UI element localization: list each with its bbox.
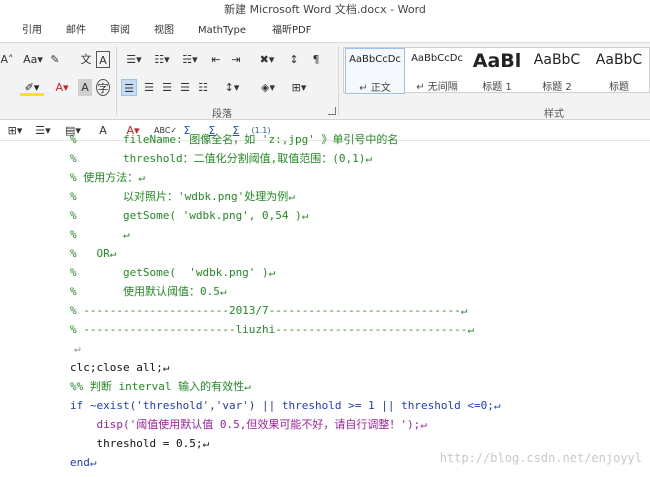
grow-font-icon[interactable]: A˄ <box>0 51 14 68</box>
style-title[interactable]: AaBbC 标题 <box>589 48 649 94</box>
code-line: % fileName: 图像全名，如 'z:,jpg' 》单引号中的名 <box>70 133 399 146</box>
code-line: % 以对照片：'wdbk.png'处理为例↵ <box>70 190 295 203</box>
document-body[interactable]: % fileName: 图像全名，如 'z:,jpg' 》单引号中的名 % th… <box>0 133 650 477</box>
code-line: end↵ <box>70 456 97 469</box>
tab-references[interactable]: 引用 <box>22 20 42 42</box>
code-line: % threshold：二值化分割阈值,取值范围：(0,1)↵ <box>70 152 372 165</box>
tab-mathtype[interactable]: MathType <box>198 20 246 42</box>
style-sample: AaBl <box>472 50 522 72</box>
code-line: % 使用方法：↵ <box>70 171 145 184</box>
enclose-char-icon[interactable]: 字 <box>96 79 110 96</box>
group-styles-label: 样式 <box>544 109 564 120</box>
style-sample: AaBbC <box>595 52 643 68</box>
styles-gallery: AaBbCcDc ↵ 正文 AaBbCcDc ↵ 无间隔 AaBl 标题 1 A… <box>343 47 650 94</box>
tab-review[interactable]: 审阅 <box>110 20 130 42</box>
show-marks-icon[interactable]: ¶ <box>308 51 324 68</box>
highlight-icon[interactable]: ✐▾ <box>20 79 44 96</box>
paragraph-dialog-launcher[interactable] <box>328 107 336 115</box>
code-line: if ~exist('threshold','var') || threshol… <box>70 399 501 412</box>
watermark: http://blog.csdn.net/enjoyyl <box>439 451 642 465</box>
sort-icon[interactable]: ↕ <box>286 51 302 68</box>
increase-indent-icon[interactable]: ⇥ <box>228 51 244 68</box>
tab-view[interactable]: 视图 <box>154 20 174 42</box>
window-title: 新建 Microsoft Word 文档.docx - Word <box>0 0 650 20</box>
tab-foxit-pdf[interactable]: 福昕PDF <box>272 20 311 42</box>
code-line: % -----------------------liuzhi---------… <box>70 323 474 336</box>
style-normal[interactable]: AaBbCcDc ↵ 正文 <box>345 48 405 94</box>
char-border-icon[interactable]: A <box>96 51 110 68</box>
ribbon: A˄ Aa▾ ✎ 文 A ✐▾ A▾ A 字 ☰▾ ☷▾ ☵▾ ⇤ ⇥ ✖▾ ↕… <box>0 42 650 120</box>
style-sample: AaBbCcDc <box>349 54 401 65</box>
line-spacing-icon[interactable]: ↕▾ <box>220 79 244 96</box>
style-sample: AaBbC <box>533 52 581 68</box>
ribbon-tabs: 引用 邮件 审阅 视图 MathType 福昕PDF <box>0 20 650 42</box>
style-heading-2[interactable]: AaBbC 标题 2 <box>527 48 587 94</box>
style-name: ↵ 无间隔 <box>416 82 458 93</box>
code-line: % getSome( 'wdbk.png', 0,54 )↵ <box>70 209 309 222</box>
list-icon[interactable]: ☰▾ <box>32 123 54 139</box>
code-line: % OR↵ <box>70 247 117 260</box>
code-line: ↵ <box>74 342 81 355</box>
bullets-icon[interactable]: ☰▾ <box>122 51 146 68</box>
change-case-icon[interactable]: Aa▾ <box>22 51 44 68</box>
style-no-spacing[interactable]: AaBbCcDc ↵ 无间隔 <box>407 48 467 94</box>
style-name: 标题 <box>609 82 629 93</box>
align-center-icon[interactable]: ☰ <box>141 79 157 96</box>
clear-format-icon[interactable]: ✎ <box>48 51 62 68</box>
code-line: threshold = 0.5;↵ <box>70 437 210 450</box>
tab-mailings[interactable]: 邮件 <box>66 20 86 42</box>
group-paragraph-label: 段落 <box>212 109 232 120</box>
style-heading-1[interactable]: AaBl 标题 1 <box>469 48 525 94</box>
style-name: 标题 2 <box>542 82 572 93</box>
align-left-icon[interactable]: ☰ <box>121 79 137 96</box>
table-icon[interactable]: ⊞▾ <box>4 123 26 139</box>
chinese-layout-icon[interactable]: ✖▾ <box>254 51 280 68</box>
align-right-icon[interactable]: ☰ <box>159 79 175 96</box>
borders-icon[interactable]: ⊞▾ <box>286 79 312 96</box>
style-sample: AaBbCcDc <box>411 53 463 64</box>
numbering-icon[interactable]: ☷▾ <box>150 51 174 68</box>
decrease-indent-icon[interactable]: ⇤ <box>208 51 224 68</box>
phonetic-guide-icon[interactable]: 文 <box>78 51 94 68</box>
code-line: % ↵ <box>70 228 130 241</box>
char-shading-icon[interactable]: A <box>78 79 92 96</box>
style-name: ↵ 正文 <box>359 83 391 94</box>
distributed-icon[interactable]: ☷ <box>195 79 211 96</box>
code-line: disp('阈值使用默认值 0.5,但效果可能不好，请自行调整！');↵ <box>70 418 427 431</box>
group-separator <box>338 47 339 115</box>
code-line: clc;close all;↵ <box>70 361 170 374</box>
font-color-icon[interactable]: A▾ <box>50 79 74 96</box>
code-line: % ----------------------2013/7----------… <box>70 304 468 317</box>
code-line: %% 判断 interval 输入的有效性↵ <box>70 380 251 393</box>
group-separator <box>116 47 117 115</box>
code-line: % 使用默认阈值：0.5↵ <box>70 285 227 298</box>
style-name: 标题 1 <box>482 82 512 93</box>
multilevel-list-icon[interactable]: ☵▾ <box>178 51 202 68</box>
justify-icon[interactable]: ☰ <box>177 79 193 96</box>
code-line: % getSome( 'wdbk.png' )↵ <box>70 266 276 279</box>
shading-icon[interactable]: ◈▾ <box>254 79 282 96</box>
